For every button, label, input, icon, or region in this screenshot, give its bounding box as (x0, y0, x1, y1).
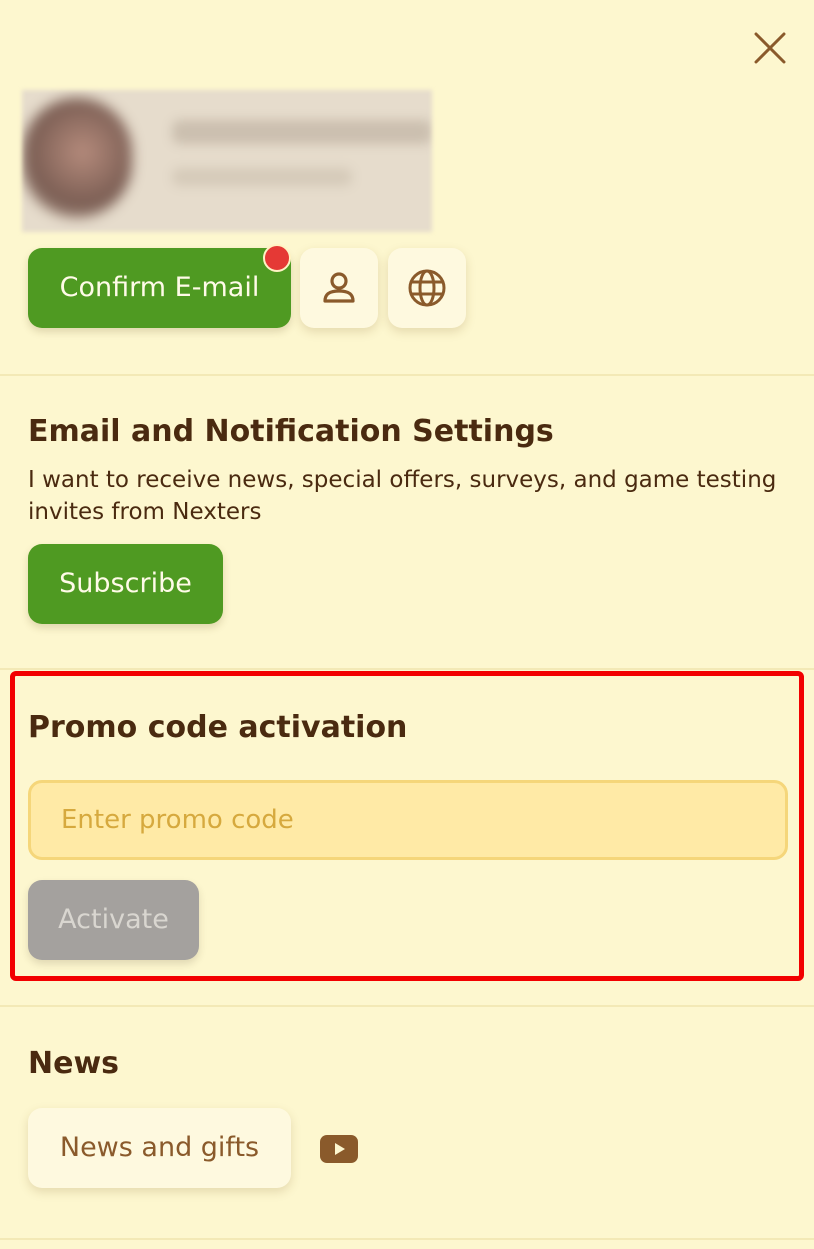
profile-button[interactable] (300, 248, 378, 328)
avatar (22, 98, 132, 218)
close-icon (754, 32, 786, 64)
confirm-email-button[interactable]: Confirm E-mail (28, 248, 291, 328)
activate-label: Activate (58, 904, 169, 935)
language-button[interactable] (388, 248, 466, 328)
divider (0, 374, 814, 376)
user-icon (323, 272, 355, 303)
activate-button[interactable]: Activate (28, 880, 199, 960)
confirm-email-label: Confirm E-mail (59, 272, 260, 303)
email-settings-title: Email and Notification Settings (28, 414, 554, 449)
user-name-blurred (172, 120, 432, 144)
close-button[interactable] (752, 30, 788, 66)
news-and-gifts-label: News and gifts (59, 1132, 260, 1163)
subscribe-button[interactable]: Subscribe (28, 544, 223, 624)
divider (0, 668, 814, 670)
divider (0, 1238, 814, 1240)
divider (0, 1005, 814, 1007)
globe-icon (408, 269, 446, 307)
promo-code-input[interactable] (28, 780, 788, 860)
user-id-blurred (172, 168, 352, 186)
youtube-icon (320, 1135, 358, 1163)
user-profile (22, 90, 432, 232)
subscribe-label: Subscribe (59, 568, 192, 599)
promo-title: Promo code activation (28, 710, 408, 745)
email-settings-description: I want to receive news, special offers, … (28, 467, 777, 525)
youtube-button[interactable] (320, 1135, 358, 1163)
news-and-gifts-button[interactable]: News and gifts (28, 1108, 291, 1188)
notification-badge (263, 244, 291, 272)
news-title: News (28, 1046, 120, 1081)
